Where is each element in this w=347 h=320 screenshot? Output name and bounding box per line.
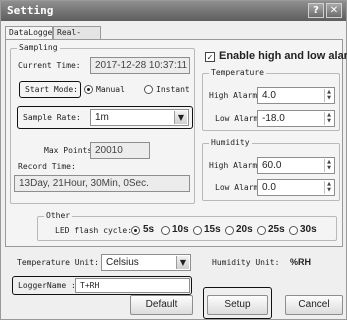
sample-rate-label: Sample Rate: (23, 113, 81, 122)
temp-high-alarm-label: High Alarm: (209, 91, 262, 100)
chevron-down-icon[interactable]: ▼ (176, 256, 189, 269)
temp-high-alarm-value: 4.0 (262, 90, 276, 101)
chevron-down-icon[interactable]: ▼ (174, 111, 187, 124)
current-time-field: 2017-12-28 10:37:11 (90, 57, 190, 74)
hum-low-alarm-value: 0.0 (262, 182, 276, 193)
start-mode-manual-label[interactable]: Manual (96, 85, 125, 94)
start-mode-instant-label[interactable]: Instant (156, 85, 190, 94)
logger-name-input[interactable]: T+RH (75, 278, 190, 293)
current-time-label: Current Time: (18, 61, 81, 70)
other-legend: Other (44, 211, 73, 220)
cancel-button[interactable]: Cancel (285, 295, 343, 315)
led-15s-label[interactable]: 15s (204, 224, 221, 235)
temperature-unit-value: Celsius (106, 257, 139, 268)
humidity-legend: Humidity (209, 138, 252, 147)
hum-low-alarm-label: Low Alarm: (215, 183, 264, 192)
led-flash-cycle-label: LED flash cycle: (55, 226, 133, 235)
datalogger-panel: Sampling Current Time: 2017-12-28 10:37:… (5, 39, 347, 247)
temp-low-alarm-label: Low Alarm: (215, 114, 264, 123)
led-20s-radio[interactable] (225, 226, 234, 235)
hum-low-alarm-input[interactable]: 0.0 ▲ ▼ (257, 179, 335, 196)
spin-arrows-icon[interactable]: ▲ ▼ (324, 159, 333, 172)
led-5s-radio[interactable] (131, 226, 140, 235)
record-time-field: 13Day, 21Hour, 30Min, 0Sec. (14, 175, 190, 192)
led-20s-label[interactable]: 20s (236, 224, 253, 235)
temperature-unit-select[interactable]: Celsius ▼ (101, 254, 191, 271)
settings-window: Setting ? ✕ DataLogger Real-time Samplin… (0, 0, 347, 320)
humidity-unit-label: Humidity Unit: (212, 258, 280, 267)
led-25s-radio[interactable] (257, 226, 266, 235)
enable-alarm-label[interactable]: Enable high and low alarm (219, 50, 347, 62)
temp-high-alarm-input[interactable]: 4.0 ▲ ▼ (257, 87, 335, 104)
record-time-label: Record Time: (18, 162, 76, 171)
sample-rate-select[interactable]: 1m ▼ (90, 109, 189, 126)
spin-arrows-icon[interactable]: ▲ ▼ (324, 89, 333, 102)
temp-low-alarm-input[interactable]: -18.0 ▲ ▼ (257, 110, 335, 127)
spin-arrows-icon[interactable]: ▲ ▼ (324, 112, 333, 125)
start-mode-instant-radio[interactable] (144, 85, 153, 94)
hum-high-alarm-value: 60.0 (262, 160, 282, 171)
setup-button[interactable]: Setup (207, 295, 268, 315)
spin-arrows-icon[interactable]: ▲ ▼ (324, 181, 333, 194)
start-mode-label: Start Mode: (25, 85, 78, 94)
checkmark-icon: ✓ (206, 53, 214, 62)
sampling-legend: Sampling (17, 43, 60, 52)
start-mode-manual-radio[interactable] (84, 85, 93, 94)
title-bar[interactable]: Setting ? ✕ (1, 1, 346, 21)
temperature-unit-label: Temperature Unit: (17, 258, 99, 267)
sample-rate-value: 1m (95, 112, 109, 123)
logger-name-label: LoggerName : (18, 281, 76, 290)
default-button[interactable]: Default (130, 295, 193, 315)
led-15s-radio[interactable] (193, 226, 202, 235)
led-30s-radio[interactable] (289, 226, 298, 235)
temp-low-alarm-value: -18.0 (262, 113, 285, 124)
close-button[interactable]: ✕ (326, 3, 342, 18)
led-25s-label[interactable]: 25s (268, 224, 285, 235)
max-points-field: 20010 (90, 142, 150, 159)
hum-high-alarm-label: High Alarm: (209, 161, 262, 170)
enable-alarm-checkbox[interactable]: ✓ (205, 52, 215, 62)
help-button[interactable]: ? (308, 3, 324, 18)
led-5s-label[interactable]: 5s (143, 224, 154, 235)
led-30s-label[interactable]: 30s (300, 224, 317, 235)
temperature-legend: Temperature (209, 68, 266, 77)
led-10s-radio[interactable] (161, 226, 170, 235)
hum-high-alarm-input[interactable]: 60.0 ▲ ▼ (257, 157, 335, 174)
tab-real-time[interactable]: Real-time (53, 26, 101, 49)
led-10s-label[interactable]: 10s (172, 224, 189, 235)
humidity-unit-value: %RH (290, 257, 312, 267)
window-title: Setting (7, 4, 54, 17)
